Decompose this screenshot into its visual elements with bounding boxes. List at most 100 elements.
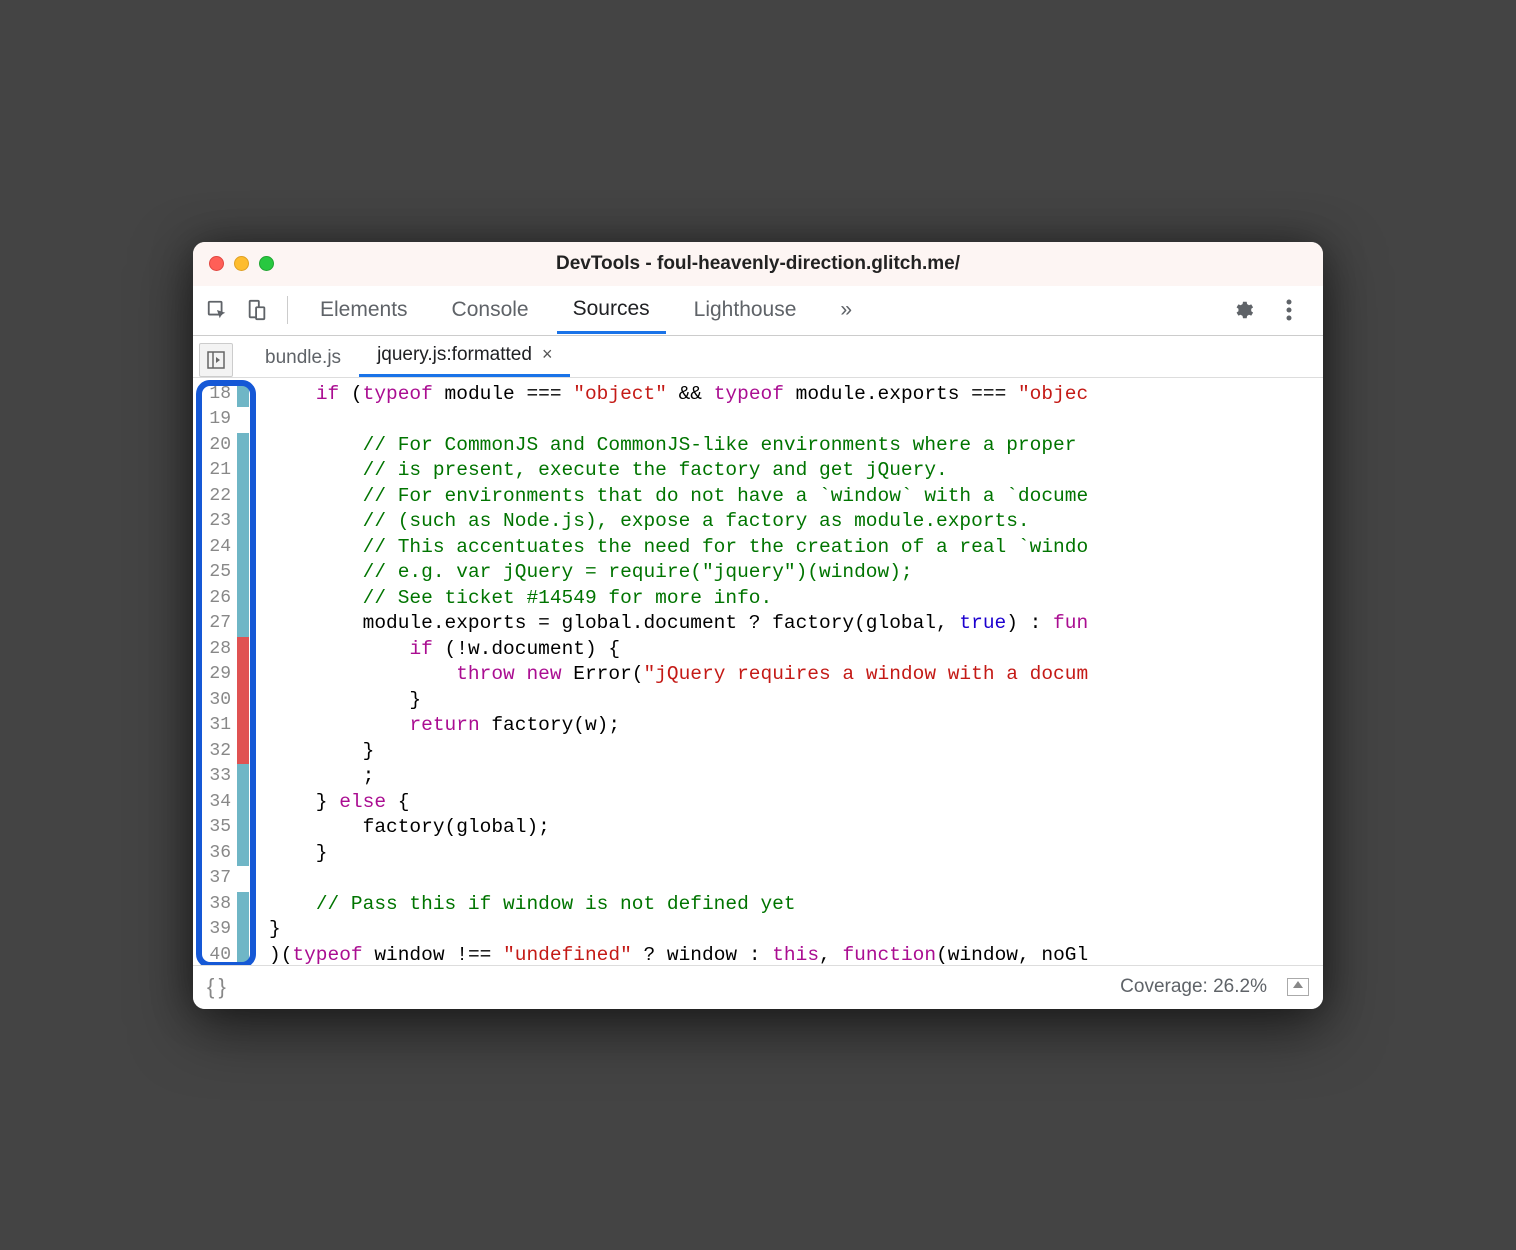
gutter-row[interactable]: 18 <box>193 382 249 408</box>
coverage-label: Coverage: 26.2% <box>1120 976 1267 998</box>
navigator-toggle-icon[interactable] <box>199 343 233 377</box>
line-number: 22 <box>193 484 237 510</box>
source-editor[interactable]: 1819202122232425262728293031323334353637… <box>193 378 1323 965</box>
pretty-print-icon[interactable]: { } <box>207 974 225 1000</box>
gutter-row[interactable]: 36 <box>193 841 249 867</box>
code-line[interactable]: )(typeof window !== "undefined" ? window… <box>269 943 1323 965</box>
gutter-row[interactable]: 35 <box>193 815 249 841</box>
gutter-row[interactable]: 21 <box>193 458 249 484</box>
code-line[interactable]: } <box>269 688 1323 714</box>
line-number: 35 <box>193 815 237 841</box>
code-line[interactable]: return factory(w); <box>269 713 1323 739</box>
gutter-row[interactable]: 28 <box>193 637 249 663</box>
code-line[interactable]: // See ticket #14549 for more info. <box>269 586 1323 612</box>
line-number: 36 <box>193 841 237 867</box>
code-line[interactable]: // e.g. var jQuery = require("jquery")(w… <box>269 560 1323 586</box>
coverage-marker <box>237 739 249 765</box>
code-line[interactable]: // (such as Node.js), expose a factory a… <box>269 509 1323 535</box>
coverage-marker <box>237 790 249 816</box>
line-number: 29 <box>193 662 237 688</box>
coverage-marker <box>237 713 249 739</box>
line-number: 26 <box>193 586 237 612</box>
gutter-row[interactable]: 25 <box>193 560 249 586</box>
coverage-marker <box>237 892 249 918</box>
line-number: 38 <box>193 892 237 918</box>
line-number: 27 <box>193 611 237 637</box>
gutter-row[interactable]: 20 <box>193 433 249 459</box>
code-line[interactable] <box>269 866 1323 892</box>
line-number: 40 <box>193 943 237 965</box>
source-code[interactable]: if (typeof module === "object" && typeof… <box>249 378 1323 965</box>
line-number: 19 <box>193 407 237 433</box>
code-line[interactable]: throw new Error("jQuery requires a windo… <box>269 662 1323 688</box>
gutter-row[interactable]: 26 <box>193 586 249 612</box>
maximize-window-button[interactable] <box>259 256 274 271</box>
code-line[interactable]: if (typeof module === "object" && typeof… <box>269 382 1323 408</box>
gutter-row[interactable]: 40 <box>193 943 249 965</box>
close-icon[interactable]: × <box>542 344 553 365</box>
gutter-row[interactable]: 19 <box>193 407 249 433</box>
devtools-window: DevTools - foul-heavenly-direction.glitc… <box>193 242 1323 1009</box>
code-line[interactable]: ; <box>269 764 1323 790</box>
gutter-row[interactable]: 23 <box>193 509 249 535</box>
code-line[interactable]: } <box>269 841 1323 867</box>
code-line[interactable]: // This accentuates the need for the cre… <box>269 535 1323 561</box>
line-number: 32 <box>193 739 237 765</box>
code-line[interactable]: if (!w.document) { <box>269 637 1323 663</box>
gutter-row[interactable]: 32 <box>193 739 249 765</box>
line-number: 18 <box>193 382 237 408</box>
gutter-row[interactable]: 34 <box>193 790 249 816</box>
coverage-marker <box>237 866 249 892</box>
file-tab-bundle[interactable]: bundle.js <box>247 339 359 377</box>
code-line[interactable]: } else { <box>269 790 1323 816</box>
coverage-marker <box>237 611 249 637</box>
tab-sources[interactable]: Sources <box>557 287 666 334</box>
gutter-row[interactable]: 37 <box>193 866 249 892</box>
line-number: 20 <box>193 433 237 459</box>
gutter-row[interactable]: 31 <box>193 713 249 739</box>
tab-elements[interactable]: Elements <box>304 288 424 332</box>
gutter-row[interactable]: 38 <box>193 892 249 918</box>
close-window-button[interactable] <box>209 256 224 271</box>
code-line[interactable]: // Pass this if window is not defined ye… <box>269 892 1323 918</box>
gutter-row[interactable]: 29 <box>193 662 249 688</box>
drawer-toggle-icon[interactable] <box>1287 978 1309 996</box>
line-number: 37 <box>193 866 237 892</box>
tab-more[interactable]: » <box>824 288 868 332</box>
device-toggle-icon[interactable] <box>243 296 271 324</box>
line-number: 25 <box>193 560 237 586</box>
code-line[interactable]: // For CommonJS and CommonJS-like enviro… <box>269 433 1323 459</box>
code-line[interactable] <box>269 407 1323 433</box>
coverage-marker <box>237 382 249 408</box>
gear-icon[interactable] <box>1229 296 1257 324</box>
file-tab-label: jquery.js:formatted <box>377 344 532 366</box>
titlebar: DevTools - foul-heavenly-direction.glitc… <box>193 242 1323 286</box>
tab-lighthouse[interactable]: Lighthouse <box>678 288 813 332</box>
code-line[interactable]: // is present, execute the factory and g… <box>269 458 1323 484</box>
code-line[interactable]: } <box>269 917 1323 943</box>
kebab-menu-icon[interactable] <box>1275 296 1303 324</box>
inspect-element-icon[interactable] <box>203 296 231 324</box>
line-number: 24 <box>193 535 237 561</box>
coverage-marker <box>237 943 249 965</box>
coverage-marker <box>237 815 249 841</box>
gutter-row[interactable]: 22 <box>193 484 249 510</box>
line-number: 28 <box>193 637 237 663</box>
gutter-row[interactable]: 33 <box>193 764 249 790</box>
minimize-window-button[interactable] <box>234 256 249 271</box>
tab-console[interactable]: Console <box>436 288 545 332</box>
code-line[interactable]: factory(global); <box>269 815 1323 841</box>
gutter-row[interactable]: 24 <box>193 535 249 561</box>
code-line[interactable]: } <box>269 739 1323 765</box>
coverage-marker <box>237 586 249 612</box>
coverage-marker <box>237 484 249 510</box>
code-line[interactable]: // For environments that do not have a `… <box>269 484 1323 510</box>
gutter-row[interactable]: 30 <box>193 688 249 714</box>
line-number: 33 <box>193 764 237 790</box>
code-line[interactable]: module.exports = global.document ? facto… <box>269 611 1323 637</box>
gutter-row[interactable]: 27 <box>193 611 249 637</box>
file-tab-jquery[interactable]: jquery.js:formatted × <box>359 336 570 377</box>
coverage-marker <box>237 688 249 714</box>
gutter-row[interactable]: 39 <box>193 917 249 943</box>
coverage-marker <box>237 764 249 790</box>
